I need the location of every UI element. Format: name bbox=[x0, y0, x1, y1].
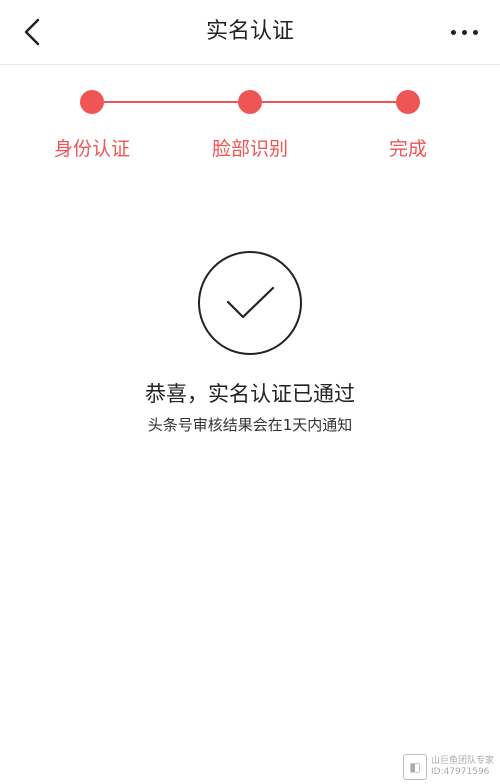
checkmark-circle-icon bbox=[198, 251, 302, 355]
step-label-identity: 身份认证 bbox=[53, 138, 130, 160]
success-subtitle: 头条号审核结果会在1天内通知 bbox=[147, 416, 353, 434]
watermark: ◧ 山巨鱼团队专家 ID:47971596 bbox=[402, 754, 494, 780]
step-dot-face bbox=[238, 90, 262, 114]
step-dot-complete bbox=[396, 90, 420, 114]
more-dot-icon bbox=[461, 29, 467, 35]
success-title: 恭喜，实名认证已通过 bbox=[145, 382, 355, 406]
step-connector bbox=[104, 101, 238, 103]
watermark-logo-icon: ◧ bbox=[402, 754, 427, 780]
progress-steps: 身份认证 脸部识别 完成 bbox=[0, 70, 500, 170]
more-dot-icon bbox=[450, 29, 456, 35]
step-connector bbox=[262, 101, 396, 103]
watermark-text-block: 山巨鱼团队专家 ID:47971596 bbox=[431, 756, 494, 778]
watermark-line1: 山巨鱼团队专家 bbox=[430, 756, 494, 766]
step-dot-identity bbox=[80, 90, 104, 114]
more-dot-icon bbox=[472, 29, 478, 35]
watermark-line2: ID:47971596 bbox=[430, 767, 490, 777]
step-label-complete: 完成 bbox=[388, 138, 427, 160]
navigation-bar: 实名认证 bbox=[0, 0, 500, 65]
more-options-button[interactable] bbox=[442, 14, 486, 50]
page-title: 实名认证 bbox=[205, 19, 294, 44]
step-label-face: 脸部识别 bbox=[211, 138, 288, 160]
